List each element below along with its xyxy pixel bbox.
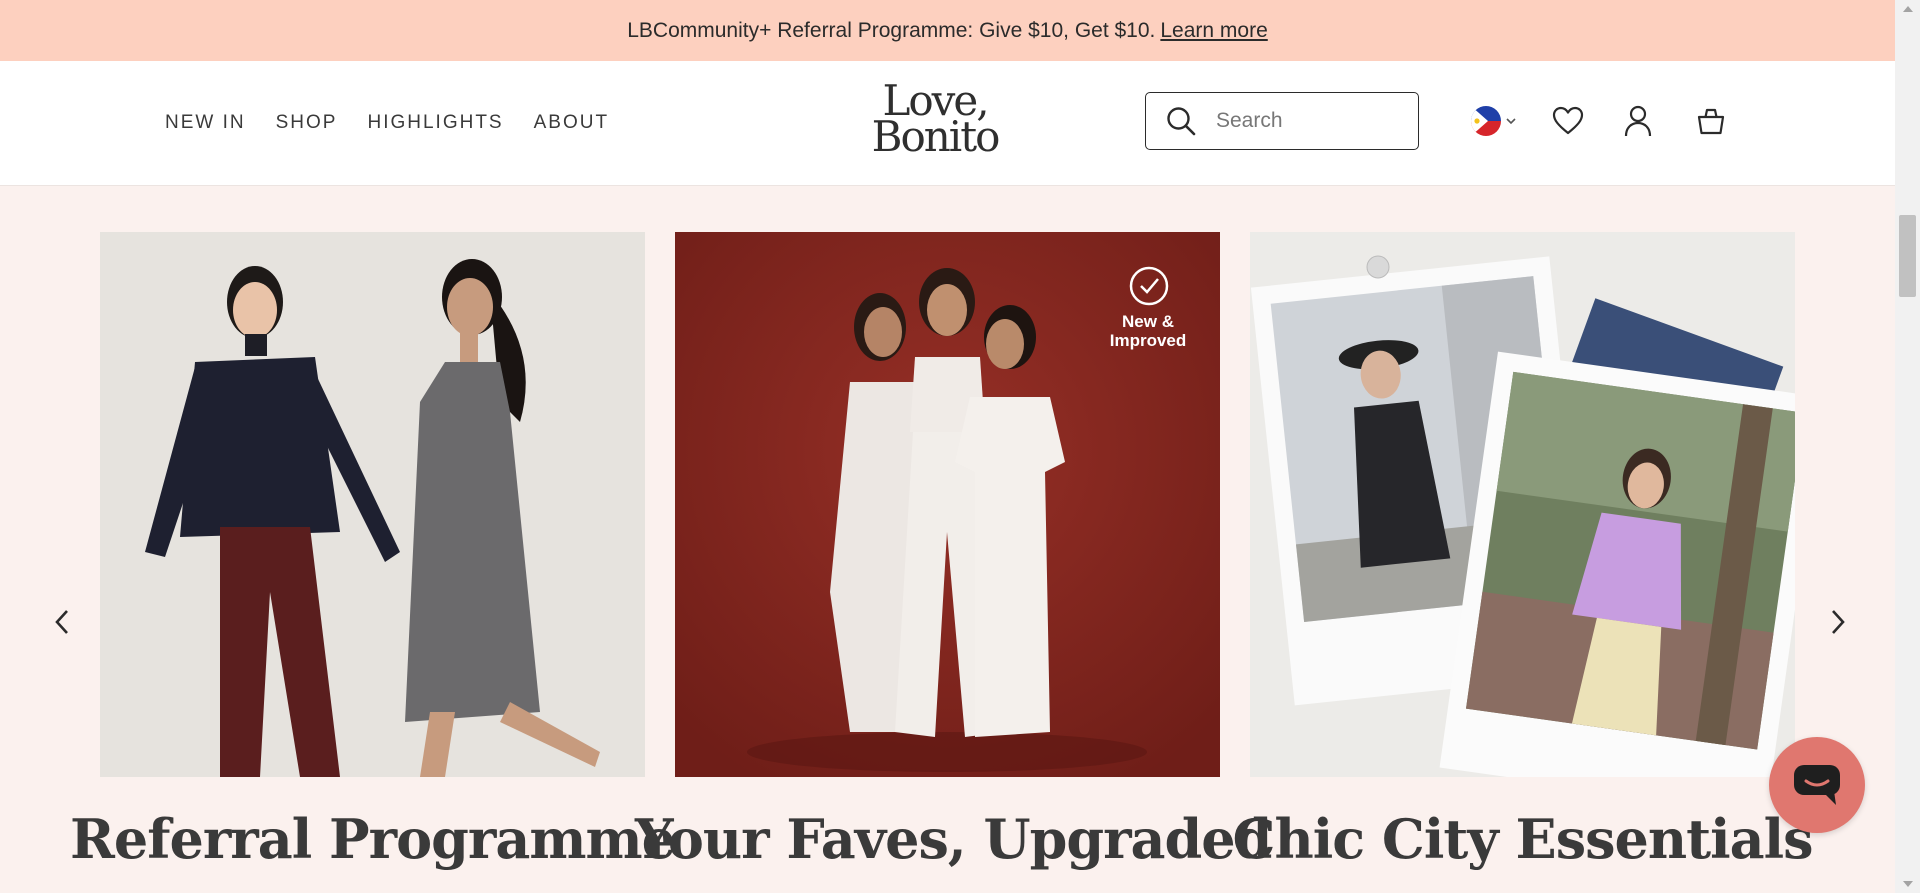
nav-item-shop[interactable]: SHOP — [276, 112, 338, 134]
wishlist-button[interactable] — [1552, 99, 1584, 143]
main-nav: NEW IN SHOP HIGHLIGHTS ABOUT — [165, 61, 609, 185]
nav-item-highlights[interactable]: HIGHLIGHTS — [367, 112, 503, 134]
promo-text: LBCommunity+ Referral Programme: Give $1… — [627, 18, 1156, 42]
header-actions — [1470, 99, 1726, 143]
chat-icon — [1794, 765, 1840, 805]
logo-line-2: Bonito — [871, 112, 1001, 161]
card-title[interactable]: Referral Programme — [60, 807, 685, 871]
polaroid-photos — [1250, 232, 1795, 777]
badge-line-2: Improved — [1109, 331, 1187, 350]
campaign-card-faves[interactable]: New & Improved Your Faves, Upgraded — [635, 232, 1272, 871]
campaign-card-referral[interactable]: Referral Programme — [70, 232, 676, 871]
chevron-down-icon — [1506, 118, 1516, 125]
chevron-right-icon — [1832, 610, 1845, 634]
campaign-card-chic-city[interactable]: Chic City Essentials — [1233, 232, 1814, 871]
chevron-left-icon — [55, 610, 68, 634]
campaign-image[interactable]: New & Improved — [675, 232, 1220, 777]
brand-logo[interactable]: Love, Bonito — [860, 80, 1010, 161]
country-selector[interactable] — [1470, 99, 1518, 143]
heart-icon — [1552, 106, 1584, 135]
new-improved-badge: New & Improved — [1098, 312, 1198, 350]
campaign-image[interactable] — [1250, 232, 1795, 777]
campaign-image[interactable] — [100, 232, 645, 777]
philippines-flag-icon — [1471, 106, 1501, 136]
scroll-up-arrow[interactable] — [1903, 6, 1913, 12]
site-header: NEW IN SHOP HIGHLIGHTS ABOUT Love, Bonit… — [0, 61, 1895, 186]
carousel-next-button[interactable] — [1818, 600, 1858, 644]
scroll-thumb[interactable] — [1899, 215, 1916, 297]
card-title[interactable]: Chic City Essentials — [1210, 807, 1835, 871]
page-scrollbar[interactable] — [1895, 0, 1920, 893]
search-icon — [1167, 107, 1196, 136]
learn-more-link[interactable]: Learn more — [1160, 19, 1267, 43]
nav-item-new-in[interactable]: NEW IN — [165, 112, 246, 134]
cart-button[interactable] — [1696, 99, 1726, 143]
bag-icon — [1697, 108, 1725, 135]
card-title[interactable]: Your Faves, Upgraded — [635, 807, 1272, 871]
chat-button[interactable] — [1769, 737, 1865, 833]
user-icon — [1624, 105, 1652, 137]
search-input[interactable] — [1214, 108, 1398, 134]
badge-line-1: New & — [1122, 312, 1174, 331]
carousel-prev-button[interactable] — [42, 600, 82, 644]
nav-item-about[interactable]: ABOUT — [534, 112, 609, 134]
account-button[interactable] — [1624, 99, 1652, 143]
models-photo — [100, 232, 645, 777]
promo-banner: LBCommunity+ Referral Programme: Give $1… — [0, 0, 1895, 61]
scroll-down-arrow[interactable] — [1903, 881, 1913, 887]
search-box[interactable] — [1145, 92, 1419, 150]
